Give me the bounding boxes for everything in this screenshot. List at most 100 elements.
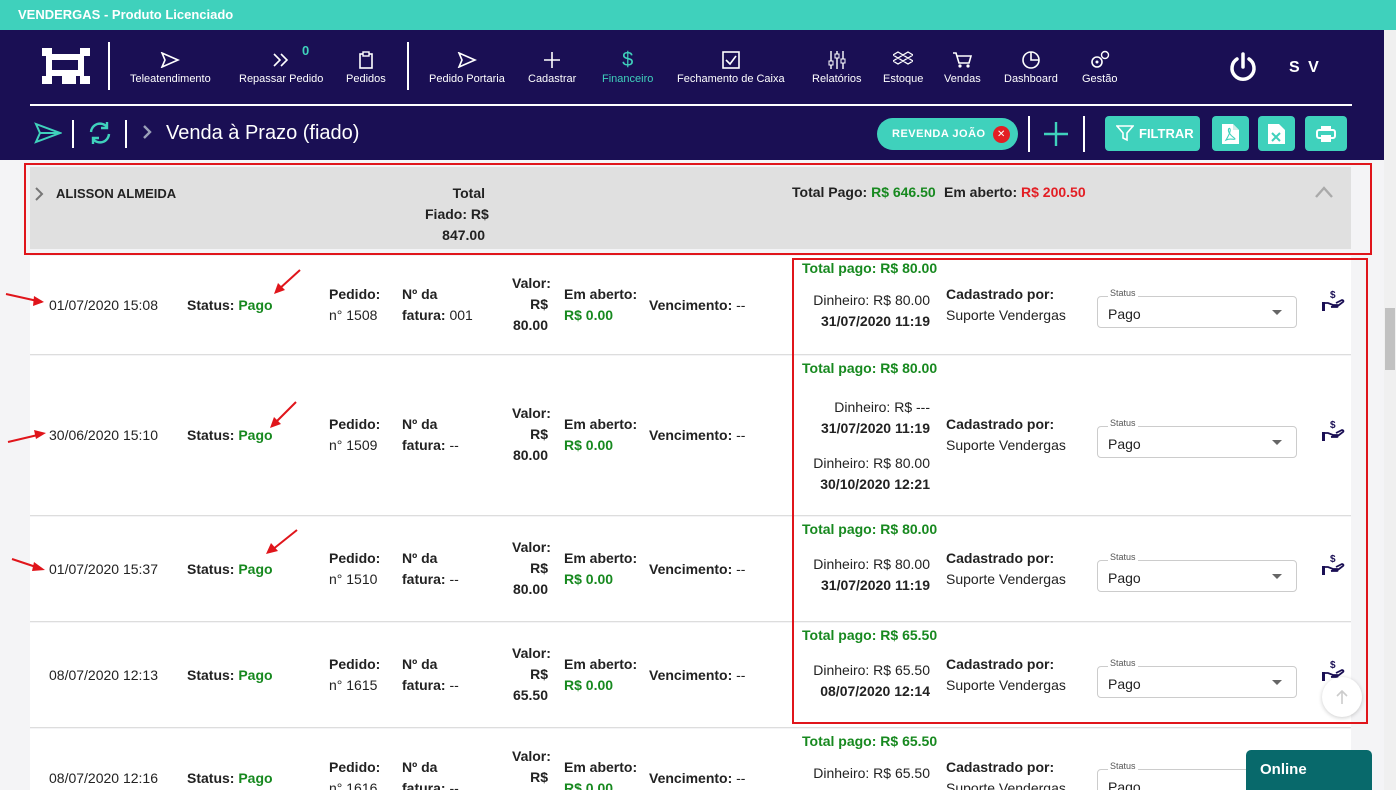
total-pago: Total Pago: R$ 646.50: [792, 184, 936, 200]
payment-date: 08/07/2020 12:14: [820, 683, 930, 699]
status-select-label: Status: [1108, 761, 1138, 771]
nav-item-vendas[interactable]: Vendas: [944, 47, 981, 85]
customer-group-header[interactable]: ALISSON ALMEIDA Total Fiado: R$ 847.00 T…: [30, 167, 1351, 249]
chevron-right-icon[interactable]: [34, 186, 44, 202]
nav-item-relatorios[interactable]: Relatórios: [812, 47, 862, 85]
nav-item-financeiro[interactable]: $ Financeiro: [602, 47, 653, 85]
invoice-date: 01/07/2020 15:08: [49, 297, 158, 313]
annotation-arrow: [7, 430, 46, 443]
navbar-divider: [30, 104, 1352, 106]
close-icon[interactable]: ✕: [993, 126, 1010, 143]
status-select-value: Pago: [1108, 570, 1141, 586]
invoice-total-pago: Total pago: R$ 65.50: [802, 733, 938, 749]
invoice-valor: Valor: R$ 80.00: [512, 539, 551, 597]
user-avatar[interactable]: S V: [1289, 59, 1321, 77]
invoice-pedido: Pedido: n° 1615: [329, 656, 381, 693]
status-select-label: Status: [1108, 658, 1138, 668]
payment-list: Dinheiro: R$ --- 31/07/2020 11:19 Dinhei…: [730, 397, 930, 495]
customer-name: ALISSON ALMEIDA: [56, 186, 177, 201]
subbar-separator: [125, 120, 127, 148]
invoice-status: Status: Pago: [187, 427, 273, 443]
add-icon[interactable]: [1042, 120, 1070, 148]
dropbox-icon: [883, 47, 923, 73]
hand-money-icon: $: [1322, 554, 1345, 575]
invoice-valor: Valor: R$ 80.00: [512, 275, 551, 333]
invoice-fatura: Nº da fatura: --: [402, 759, 459, 790]
online-chat-tab[interactable]: Online: [1246, 750, 1372, 790]
page-title: Venda à Prazo (fiado): [166, 122, 360, 144]
annotation-arrow: [11, 558, 45, 571]
invoice-pedido: Pedido: n° 1616: [329, 759, 381, 790]
revenda-chip[interactable]: REVENDA JOÃO ✕: [877, 118, 1018, 150]
status-select-label: Status: [1108, 288, 1138, 298]
payment-method: Dinheiro: R$ 80.00: [813, 292, 930, 308]
payment-list: Dinheiro: R$ 80.00 31/07/2020 11:19: [730, 554, 930, 596]
nav-item-dashboard[interactable]: Dashboard: [1004, 47, 1058, 85]
power-icon[interactable]: [1228, 52, 1258, 84]
invoice-total-pago: Total pago: R$ 65.50: [802, 627, 938, 643]
scroll-top-button[interactable]: [1322, 677, 1362, 717]
chevron-down-icon[interactable]: [1272, 574, 1282, 579]
nav-item-cadastrar[interactable]: Cadastrar: [528, 47, 576, 85]
send-icon[interactable]: [34, 122, 62, 144]
status-select[interactable]: Status Pago: [1097, 418, 1297, 458]
filter-icon: [1116, 125, 1134, 142]
invoice-em-aberto: Em aberto: R$ 0.00: [564, 550, 638, 587]
scrollbar-thumb[interactable]: [1385, 308, 1395, 370]
invoice-cadastrado-por: Cadastrado por: Suporte Vendergas: [946, 759, 1066, 790]
subbar-separator: [72, 120, 74, 148]
status-select-label: Status: [1108, 552, 1138, 562]
revenda-chip-label: REVENDA JOÃO: [892, 128, 986, 140]
arrow-up-icon: [1336, 689, 1348, 704]
invoice-total-pago: Total pago: R$ 80.00: [802, 360, 938, 376]
payment-date: 31/07/2020 11:19: [821, 577, 930, 593]
export-pdf-button[interactable]: [1212, 116, 1249, 151]
invoice-row: 01/07/2020 15:37 Status: Pago Pedido: n°…: [30, 517, 1351, 622]
page-scrollbar[interactable]: [1384, 30, 1396, 790]
double-chevron-icon: [239, 47, 323, 73]
repassar-badge: 0: [302, 43, 310, 58]
annotation-arrow: [270, 401, 297, 428]
chevron-down-icon[interactable]: [1272, 680, 1282, 685]
status-select[interactable]: Status Pago: [1097, 658, 1297, 698]
nav-item-estoque[interactable]: Estoque: [883, 47, 923, 85]
logo-icon[interactable]: [42, 48, 90, 86]
invoice-fatura: Nº da fatura: --: [402, 550, 459, 587]
payment-entry: Dinheiro: R$ 65.50 08/07/2020 12:14: [730, 660, 930, 702]
filter-button[interactable]: FILTRAR: [1105, 116, 1200, 151]
receive-payment-button[interactable]: $: [1321, 419, 1345, 446]
svg-text:$: $: [1330, 420, 1336, 431]
status-select[interactable]: Status Pago: [1097, 288, 1297, 328]
invoice-date: 08/07/2020 12:13: [49, 667, 158, 683]
nav-item-fechamento-caixa[interactable]: Fechamento de Caixa: [677, 47, 785, 85]
payment-date: 31/07/2020 11:19: [821, 313, 930, 329]
nav-item-pedidos[interactable]: Pedidos: [346, 47, 386, 85]
receive-payment-button[interactable]: $: [1321, 553, 1345, 580]
status-select-value: Pago: [1108, 779, 1141, 790]
payment-list: Dinheiro: R$ 65.50 08/07/2020 12:14: [730, 660, 930, 702]
nav-item-gestao[interactable]: Gestão: [1082, 47, 1117, 85]
invoice-em-aberto: Em aberto: R$ 0.00: [564, 656, 638, 693]
chevron-down-icon[interactable]: [1272, 310, 1282, 315]
refresh-icon[interactable]: [87, 120, 113, 146]
printer-icon: [1316, 126, 1336, 142]
print-button[interactable]: [1305, 116, 1347, 151]
invoice-em-aberto: Em aberto: R$ 0.00: [564, 416, 638, 453]
clipboard-icon: [346, 47, 386, 73]
chevron-down-icon[interactable]: [1272, 440, 1282, 445]
chevron-up-icon[interactable]: [1314, 185, 1334, 199]
nav-item-teleatendimento[interactable]: Teleatendimento: [130, 47, 211, 85]
nav-item-repassar-pedido[interactable]: Repassar Pedido: [239, 47, 323, 85]
receive-payment-button[interactable]: $: [1321, 289, 1345, 316]
nav-separator: [407, 42, 409, 90]
nav-item-pedido-portaria[interactable]: Pedido Portaria: [429, 47, 505, 85]
payment-entry: Dinheiro: R$ 80.00 31/07/2020 11:19: [730, 554, 930, 596]
svg-text:$: $: [1330, 660, 1336, 671]
payment-method: Dinheiro: R$ 80.00: [813, 455, 930, 471]
status-select[interactable]: Status Pago: [1097, 552, 1297, 592]
pie-chart-icon: [1004, 47, 1058, 73]
export-excel-button[interactable]: [1258, 116, 1295, 151]
invoice-status: Status: Pago: [187, 297, 273, 313]
dollar-icon: $: [622, 49, 634, 71]
payment-entry: Dinheiro: R$ 65.50: [730, 763, 930, 784]
